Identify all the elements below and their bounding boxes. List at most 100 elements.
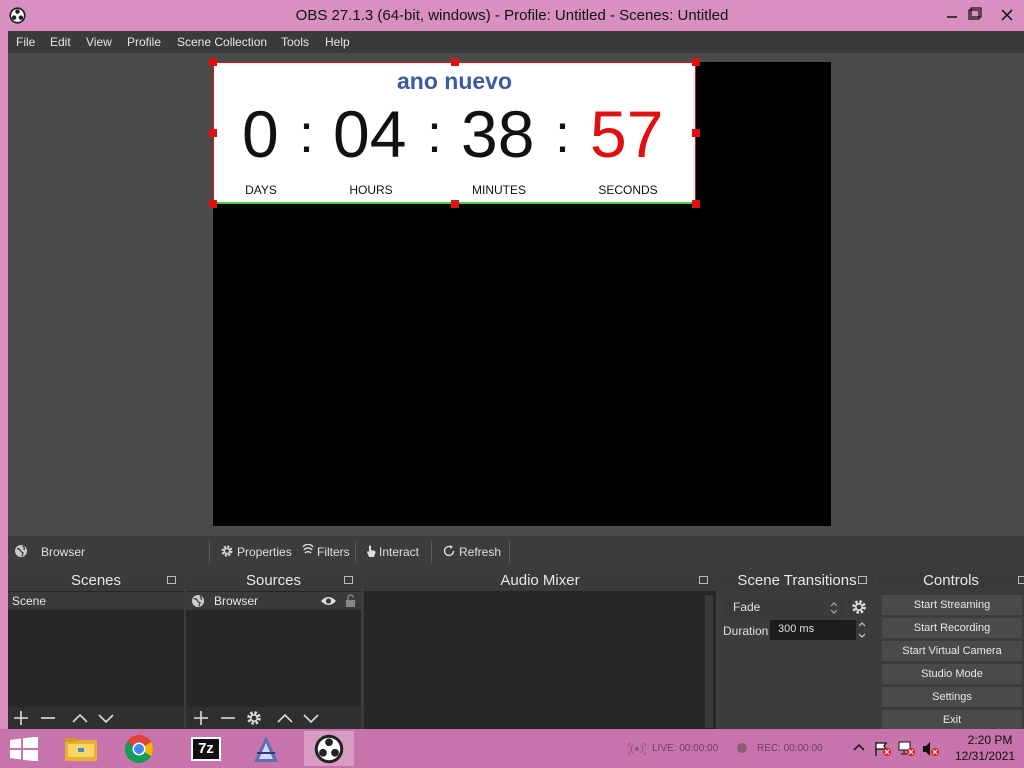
chrome-logo-icon <box>125 735 153 763</box>
move-down-icon[interactable] <box>97 709 115 727</box>
resize-handle[interactable] <box>209 129 217 137</box>
menu-view[interactable]: View <box>86 35 112 49</box>
menu-tools[interactable]: Tools <box>281 35 309 49</box>
move-up-icon[interactable] <box>71 709 89 727</box>
audio-mixer-dock-title: Audio Mixer <box>364 570 716 591</box>
scenes-dock-title: Scenes <box>8 570 184 591</box>
scene-transitions-dock: Scene Transitions Fade Duration 300 ms <box>719 570 875 729</box>
flag-warning-icon[interactable] <box>874 741 892 757</box>
hand-pointer-icon <box>367 545 376 557</box>
resize-handle[interactable] <box>692 58 700 66</box>
globe-icon <box>192 595 204 607</box>
list-item[interactable]: Scene <box>8 592 184 610</box>
resize-handle[interactable] <box>209 200 217 208</box>
7zip-icon[interactable]: 7z <box>181 731 231 766</box>
selection-outline <box>213 62 696 204</box>
move-down-icon[interactable] <box>302 709 320 727</box>
resize-handle[interactable] <box>451 58 459 66</box>
undock-icon[interactable] <box>699 576 708 584</box>
remove-icon[interactable] <box>39 709 57 727</box>
audio-mixer-area[interactable] <box>364 591 716 729</box>
record-dot-icon <box>737 743 747 753</box>
volume-muted-icon[interactable] <box>922 741 940 757</box>
move-up-icon[interactable] <box>276 709 294 727</box>
controls-body: Start Streaming Start Recording Start Vi… <box>878 591 1024 730</box>
source-name: Browser <box>214 594 259 608</box>
duration-field[interactable]: 300 ms <box>770 620 856 640</box>
resize-handle[interactable] <box>692 129 700 137</box>
controls-dock-title: Controls <box>878 570 1024 591</box>
divider <box>509 541 510 563</box>
obs-logo-icon <box>314 734 344 764</box>
undock-icon[interactable] <box>167 576 176 584</box>
duration-value: 300 ms <box>778 623 815 635</box>
scenes-toolbar <box>8 707 184 729</box>
list-item[interactable]: Browser <box>186 592 361 610</box>
chevron-up-icon[interactable] <box>853 742 865 752</box>
start-recording-button[interactable]: Start Recording <box>882 618 1022 638</box>
exit-button[interactable]: Exit <box>882 710 1022 730</box>
close-icon[interactable] <box>990 4 1024 26</box>
spinner-arrows-icon[interactable] <box>856 620 868 640</box>
refresh-button[interactable]: Refresh <box>459 545 501 559</box>
properties-button[interactable]: Properties <box>237 545 292 559</box>
scrollbar[interactable] <box>705 595 713 728</box>
resize-handle[interactable] <box>692 200 700 208</box>
gear-icon[interactable] <box>245 709 263 727</box>
filters-button[interactable]: Filters <box>317 545 350 559</box>
transition-select[interactable]: Fade <box>725 597 843 617</box>
resize-handle[interactable] <box>451 200 459 208</box>
resize-handle[interactable] <box>209 58 217 66</box>
live-status: LIVE: 00:00:00 <box>652 743 719 754</box>
undock-icon[interactable] <box>1018 576 1024 584</box>
window-border <box>0 31 8 729</box>
obs-taskbar-button[interactable] <box>304 731 354 766</box>
triangle-app-icon <box>254 736 278 762</box>
scenes-dock: Scenes Scene <box>8 570 184 729</box>
menu-file[interactable]: File <box>16 35 35 49</box>
network-icon[interactable] <box>898 741 916 757</box>
eye-icon[interactable] <box>320 595 337 607</box>
clock-date[interactable]: 12/31/2021 <box>950 749 1020 763</box>
divider <box>209 541 210 563</box>
refresh-icon <box>443 545 455 557</box>
source-toolbar: Browser Properties Filters Interact Refr… <box>8 538 1024 566</box>
maximize-icon[interactable] <box>962 4 986 26</box>
spinner-arrows-icon <box>830 602 838 614</box>
menu-profile[interactable]: Profile <box>127 35 161 49</box>
chrome-icon[interactable] <box>114 731 164 766</box>
divider <box>355 541 356 563</box>
studio-mode-button[interactable]: Studio Mode <box>882 664 1022 684</box>
add-icon[interactable] <box>12 709 30 727</box>
undock-icon[interactable] <box>858 576 867 584</box>
menu-scene-collection[interactable]: Scene Collection <box>177 35 267 49</box>
interact-button[interactable]: Interact <box>379 545 419 559</box>
minimize-icon[interactable] <box>940 4 964 26</box>
sources-dock: Sources Browser <box>186 570 361 729</box>
windows-start-icon[interactable] <box>10 737 38 761</box>
sources-toolbar <box>186 707 361 729</box>
app-icon[interactable] <box>241 731 291 766</box>
scene-transitions-dock-title: Scene Transitions <box>719 570 875 591</box>
transition-value: Fade <box>733 600 761 614</box>
file-explorer-icon[interactable] <box>56 731 106 766</box>
menu-help[interactable]: Help <box>325 35 350 49</box>
menu-bar: File Edit View Profile Scene Collection … <box>8 31 1024 53</box>
broadcast-icon <box>628 742 646 756</box>
settings-button[interactable]: Settings <box>882 687 1022 707</box>
audio-mixer-dock: Audio Mixer <box>364 570 716 729</box>
gear-icon[interactable] <box>850 598 868 616</box>
gear-icon <box>221 545 233 557</box>
menu-edit[interactable]: Edit <box>50 35 71 49</box>
globe-icon <box>15 545 27 557</box>
add-icon[interactable] <box>192 709 210 727</box>
scene-transitions-body: Fade Duration 300 ms <box>719 591 875 729</box>
start-virtual-camera-button[interactable]: Start Virtual Camera <box>882 641 1022 661</box>
rec-status: REC: 00:00:00 <box>757 743 823 754</box>
unlock-icon[interactable] <box>345 594 356 608</box>
taskbar: 7z LIVE: 00:00:00 REC: 00:00:00 2:20 PM … <box>0 729 1024 768</box>
start-streaming-button[interactable]: Start Streaming <box>882 595 1022 615</box>
clock-time[interactable]: 2:20 PM <box>960 733 1020 747</box>
remove-icon[interactable] <box>219 709 237 727</box>
undock-icon[interactable] <box>344 576 353 584</box>
